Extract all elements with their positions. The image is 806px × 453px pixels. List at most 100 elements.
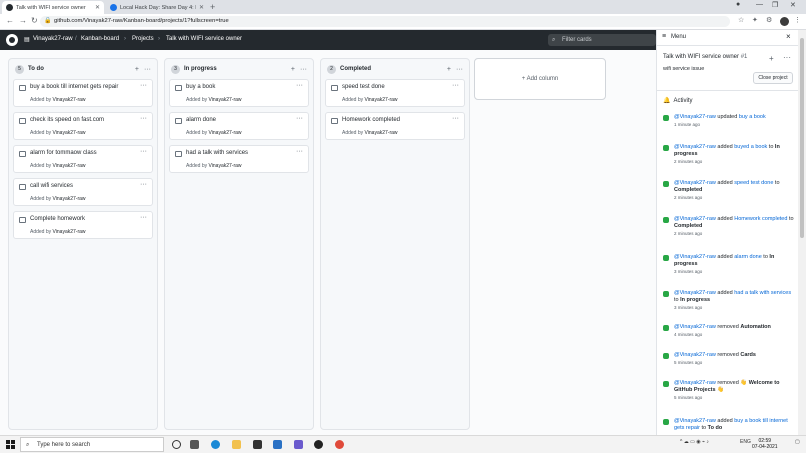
breadcrumb-owner[interactable]: Vinayak27-raw bbox=[33, 36, 73, 42]
add-card-icon[interactable]: + bbox=[291, 66, 295, 73]
card-author[interactable]: Vinayak27-raw bbox=[53, 229, 86, 235]
maximize-icon[interactable]: ❐ bbox=[772, 1, 778, 9]
card-menu-icon[interactable]: ··· bbox=[296, 115, 303, 122]
add-column-button[interactable]: + Add column bbox=[474, 58, 606, 100]
card[interactable]: buy a book till internet gets repair Add… bbox=[13, 79, 153, 107]
minimize-icon[interactable]: — bbox=[756, 1, 763, 8]
close-menu-icon[interactable]: × bbox=[786, 32, 791, 41]
mail-icon[interactable] bbox=[273, 440, 282, 449]
card-author[interactable]: Vinayak27-raw bbox=[53, 97, 86, 103]
card[interactable]: had a talk with services Added by Vinaya… bbox=[169, 145, 309, 173]
activity-user-link[interactable]: @Vinayak27-raw bbox=[674, 144, 716, 150]
tray-icons[interactable]: ^ ☁ ▭ ◉ ⌁ ♪ bbox=[680, 439, 709, 445]
card-menu-icon[interactable]: ··· bbox=[452, 82, 459, 89]
activity-user-link[interactable]: @Vinayak27-raw bbox=[674, 216, 716, 222]
divider bbox=[657, 90, 798, 91]
activity-user-link[interactable]: @Vinayak27-raw bbox=[674, 352, 716, 358]
github-logo-icon[interactable] bbox=[6, 34, 18, 46]
profile-avatar[interactable] bbox=[780, 17, 789, 26]
edge-icon[interactable] bbox=[211, 440, 220, 449]
browser-tab-lhd[interactable]: Local Hack Day: Share Day 4: Lo ✕ bbox=[106, 1, 208, 14]
add-icon[interactable]: + bbox=[769, 54, 774, 63]
column-menu-icon[interactable]: ··· bbox=[300, 66, 307, 73]
card-author[interactable]: Vinayak27-raw bbox=[209, 97, 242, 103]
activity-user-link[interactable]: @Vinayak27-raw bbox=[674, 290, 716, 296]
card[interactable]: Homework completed Added by Vinayak27-ra… bbox=[325, 112, 465, 140]
activity-user-link[interactable]: @Vinayak27-raw bbox=[674, 324, 716, 330]
card[interactable]: buy a book Added by Vinayak27-raw ··· bbox=[169, 79, 309, 107]
filter-cards-input[interactable]: ⌕ Filter cards bbox=[548, 34, 656, 46]
star-icon[interactable]: ☆ bbox=[738, 16, 744, 24]
browser-tab-github[interactable]: Talk with WIFI service owner ✕ bbox=[2, 1, 104, 14]
reload-icon[interactable]: ↻ bbox=[31, 16, 38, 25]
card-menu-icon[interactable]: ··· bbox=[140, 115, 147, 122]
activity-text: @Vinayak27-raw added alarm done to In pr… bbox=[674, 254, 795, 268]
activity-card-link[interactable]: Homework completed bbox=[734, 216, 787, 222]
record-icon[interactable]: ● bbox=[736, 1, 740, 8]
card-menu-icon[interactable]: ··· bbox=[452, 115, 459, 122]
language-indicator[interactable]: ENG bbox=[740, 439, 751, 445]
activity-user-link[interactable]: @Vinayak27-raw bbox=[674, 418, 716, 424]
file-explorer-icon[interactable] bbox=[232, 440, 241, 449]
breadcrumb-project[interactable]: Talk with WIFI service owner bbox=[166, 36, 242, 42]
column-menu-icon[interactable]: ··· bbox=[144, 66, 151, 73]
close-tab-icon[interactable]: ✕ bbox=[95, 4, 100, 11]
scrollbar[interactable] bbox=[798, 30, 806, 435]
store-icon[interactable] bbox=[253, 440, 262, 449]
close-project-button[interactable]: Close project bbox=[753, 72, 793, 84]
card-author[interactable]: Vinayak27-raw bbox=[365, 97, 398, 103]
card[interactable]: call wifi services Added by Vinayak27-ra… bbox=[13, 178, 153, 206]
card[interactable]: Complete homework Added by Vinayak27-raw… bbox=[13, 211, 153, 239]
scrollbar-thumb[interactable] bbox=[800, 38, 804, 238]
task-view-icon[interactable] bbox=[190, 440, 199, 449]
app-icon[interactable] bbox=[294, 440, 303, 449]
card-menu-icon[interactable]: ··· bbox=[140, 148, 147, 155]
project-menu-icon[interactable]: ··· bbox=[783, 53, 791, 62]
card-author[interactable]: Vinayak27-raw bbox=[53, 163, 86, 169]
new-tab-icon[interactable]: + bbox=[210, 2, 215, 12]
card[interactable]: alarm for tommaow class Added by Vinayak… bbox=[13, 145, 153, 173]
add-card-icon[interactable]: + bbox=[135, 66, 139, 73]
card-menu-icon[interactable]: ··· bbox=[140, 214, 147, 221]
card-menu-icon[interactable]: ··· bbox=[296, 82, 303, 89]
chrome-menu-icon[interactable]: ⋮ bbox=[794, 16, 801, 24]
activity-card-link[interactable]: buyed a book bbox=[734, 144, 767, 150]
breadcrumb-repo[interactable]: Kanban-board bbox=[81, 36, 119, 42]
add-card-icon[interactable]: + bbox=[447, 66, 451, 73]
card-menu-icon[interactable]: ··· bbox=[140, 82, 147, 89]
taskbar-clock[interactable]: 02:59 07-04-2021 bbox=[752, 438, 778, 450]
card-menu-icon[interactable]: ··· bbox=[296, 148, 303, 155]
puzzle-icon[interactable]: ⚙ bbox=[766, 16, 772, 24]
card-menu-icon[interactable]: ··· bbox=[140, 181, 147, 188]
column-menu-icon[interactable]: ··· bbox=[456, 66, 463, 73]
activity-card-link[interactable]: speed test done bbox=[734, 180, 773, 186]
activity-user-link[interactable]: @Vinayak27-raw bbox=[674, 380, 716, 386]
extensions-icon[interactable]: ✦ bbox=[752, 16, 758, 24]
taskbar-search-input[interactable]: ⌕ Type here to search bbox=[20, 437, 164, 452]
xbox-icon[interactable] bbox=[314, 440, 323, 449]
card[interactable]: speed test done Added by Vinayak27-raw ·… bbox=[325, 79, 465, 107]
windows-start-icon[interactable] bbox=[6, 440, 15, 449]
cortana-icon[interactable] bbox=[172, 440, 181, 449]
back-icon[interactable]: ← bbox=[6, 16, 14, 25]
chrome-icon[interactable] bbox=[335, 440, 344, 449]
activity-user-link[interactable]: @Vinayak27-raw bbox=[674, 180, 716, 186]
url-field[interactable]: 🔒 github.com/Vinayak27-raw/Kanban-board/… bbox=[40, 16, 730, 27]
breadcrumb-projects[interactable]: Projects bbox=[132, 36, 154, 42]
close-window-icon[interactable]: ✕ bbox=[790, 1, 796, 9]
notifications-icon[interactable]: ▢ bbox=[795, 439, 800, 445]
activity-card-link[interactable]: alarm done bbox=[734, 254, 762, 260]
activity-card-link[interactable]: buy a book bbox=[739, 114, 766, 120]
activity-card-link[interactable]: had a talk with services bbox=[734, 290, 791, 296]
activity-user-link[interactable]: @Vinayak27-raw bbox=[674, 254, 716, 260]
card[interactable]: alarm done Added by Vinayak27-raw ··· bbox=[169, 112, 309, 140]
close-tab-icon[interactable]: ✕ bbox=[199, 4, 204, 11]
card-author[interactable]: Vinayak27-raw bbox=[53, 130, 86, 136]
card-author[interactable]: Vinayak27-raw bbox=[209, 163, 242, 169]
card-author[interactable]: Vinayak27-raw bbox=[53, 196, 86, 202]
card[interactable]: check its speed on fast.com Added by Vin… bbox=[13, 112, 153, 140]
card-author[interactable]: Vinayak27-raw bbox=[365, 130, 398, 136]
card-author[interactable]: Vinayak27-raw bbox=[209, 130, 242, 136]
forward-icon[interactable]: → bbox=[19, 16, 27, 25]
activity-user-link[interactable]: @Vinayak27-raw bbox=[674, 114, 716, 120]
